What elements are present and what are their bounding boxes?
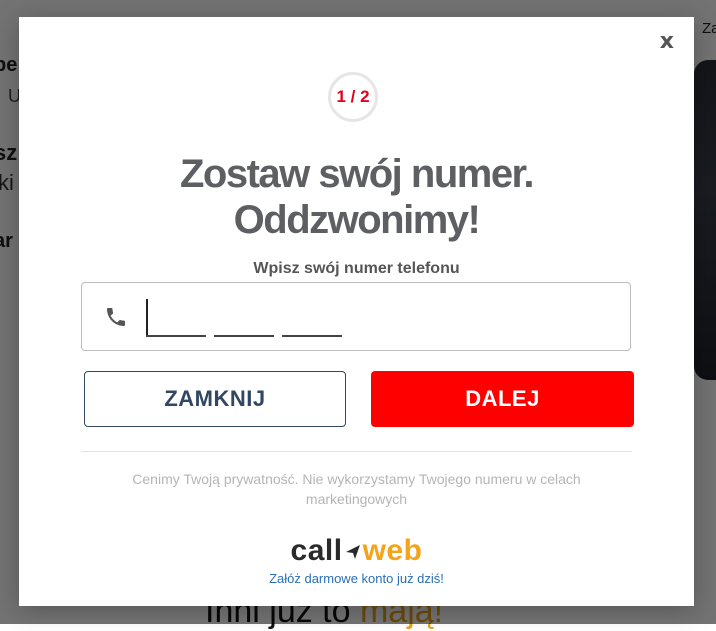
- signup-link[interactable]: Załóż darmowe konto już dziś!: [19, 571, 694, 586]
- privacy-note: Cenimy Twoją prywatność. Nie wykorzystam…: [132, 471, 581, 507]
- phone-field[interactable]: [81, 282, 631, 351]
- close-button[interactable]: ZAMKNIJ: [84, 371, 346, 427]
- phone-icon: [104, 305, 128, 329]
- step-indicator: 1 / 2: [328, 72, 378, 122]
- title-line-1: Zostaw swój numer.: [179, 152, 535, 196]
- modal-title: Zostaw swój numer. Oddzwonimy!: [19, 151, 694, 243]
- brand-text-call: call: [290, 534, 343, 567]
- divider: [81, 451, 632, 452]
- brand-text-web: web: [362, 534, 423, 567]
- title-line-2: Oddzwonimy!: [233, 198, 481, 242]
- callweb-logo: call web: [19, 534, 694, 569]
- callback-modal: x 1 / 2 Zostaw swój numer. Oddzwonimy! W…: [19, 17, 694, 606]
- next-button[interactable]: DALEJ: [371, 371, 634, 427]
- arrow-icon: [344, 535, 362, 569]
- phone-input[interactable]: [146, 297, 610, 339]
- phone-label: Wpisz swój numer telefonu: [253, 260, 460, 277]
- close-icon[interactable]: x: [660, 29, 674, 54]
